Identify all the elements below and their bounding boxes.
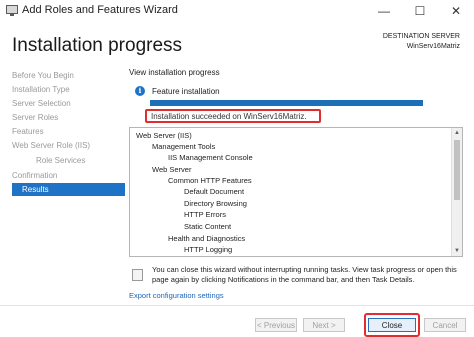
tree-item-http-errors: HTTP Errors: [184, 210, 226, 219]
destination-server-info: DESTINATION SERVER WinServ16Matriz: [383, 32, 460, 52]
nav-item-web-server-role[interactable]: Web Server Role (IIS): [12, 139, 116, 152]
nav-item-before-you-begin[interactable]: Before You Begin: [12, 69, 116, 82]
cancel-button[interactable]: Cancel: [424, 318, 466, 332]
window-title: Add Roles and Features Wizard: [22, 4, 178, 16]
wizard-steps-nav: Before You Begin Installation Type Serve…: [0, 67, 125, 305]
maximize-button[interactable]: ☐: [402, 0, 438, 22]
tree-item-health-and-diagnostics: Health and Diagnostics: [168, 234, 246, 243]
installation-progress-bar: [150, 100, 423, 106]
tree-item-web-server-iis: Web Server (IIS): [136, 131, 192, 140]
wizard-footer: < Previous Next > Close Cancel: [0, 305, 474, 337]
note-document-icon: [132, 269, 143, 281]
close-window-button[interactable]: ✕: [438, 0, 474, 22]
page-title: Installation progress: [12, 35, 183, 56]
nav-item-installation-type[interactable]: Installation Type: [12, 83, 116, 96]
view-progress-label: View installation progress: [129, 68, 220, 77]
tree-item-directory-browsing: Directory Browsing: [184, 199, 247, 208]
close-wizard-note: You can close this wizard without interr…: [152, 265, 457, 284]
success-highlight: Installation succeeded on WinServ16Matri…: [145, 109, 321, 123]
export-configuration-link[interactable]: Export configuration settings: [129, 291, 224, 300]
destination-server-name: WinServ16Matriz: [406, 43, 460, 50]
nav-item-confirmation[interactable]: Confirmation: [12, 169, 116, 182]
close-button[interactable]: Close: [368, 318, 416, 332]
destination-label: DESTINATION SERVER: [382, 33, 460, 40]
tree-item-static-content: Static Content: [184, 222, 232, 231]
feature-installation-label: Feature installation: [152, 87, 220, 96]
tree-item-common-http-features: Common HTTP Features: [168, 176, 252, 185]
tree-item-default-document: Default Document: [184, 187, 245, 196]
info-icon: i: [135, 86, 145, 96]
tree-item-http-logging: HTTP Logging: [184, 245, 233, 254]
wizard-header: Installation progress DESTINATION SERVER…: [0, 22, 474, 67]
scroll-up-arrow-icon[interactable]: ▲: [452, 128, 462, 138]
wizard-window: Add Roles and Features Wizard — ☐ ✕ Inst…: [0, 0, 474, 337]
results-scrollbar[interactable]: ▲ ▼: [451, 128, 462, 256]
tree-item-web-server: Web Server: [152, 165, 192, 174]
installed-features-list[interactable]: Web Server (IIS) Management Tools IIS Ma…: [129, 127, 463, 257]
installation-status-text: Installation succeeded on WinServ16Matri…: [151, 112, 307, 121]
title-bar: Add Roles and Features Wizard — ☐ ✕: [0, 0, 474, 22]
nav-item-server-roles[interactable]: Server Roles: [12, 111, 116, 124]
progress-bar-fill: [150, 100, 423, 106]
tree-item-management-tools: Management Tools: [152, 142, 216, 151]
minimize-button[interactable]: —: [366, 0, 402, 22]
nav-item-features[interactable]: Features: [12, 125, 116, 138]
previous-button[interactable]: < Previous: [255, 318, 297, 332]
nav-item-role-services[interactable]: Role Services: [36, 154, 116, 167]
scroll-down-arrow-icon[interactable]: ▼: [452, 246, 462, 256]
server-manager-icon: [6, 5, 18, 16]
scrollbar-thumb[interactable]: [454, 140, 460, 200]
main-content: View installation progress i Feature ins…: [129, 67, 467, 305]
nav-item-server-selection[interactable]: Server Selection: [12, 97, 116, 110]
tree-item-iis-management-console: IIS Management Console: [168, 153, 253, 162]
next-button[interactable]: Next >: [303, 318, 345, 332]
nav-item-results[interactable]: Results: [12, 183, 125, 196]
